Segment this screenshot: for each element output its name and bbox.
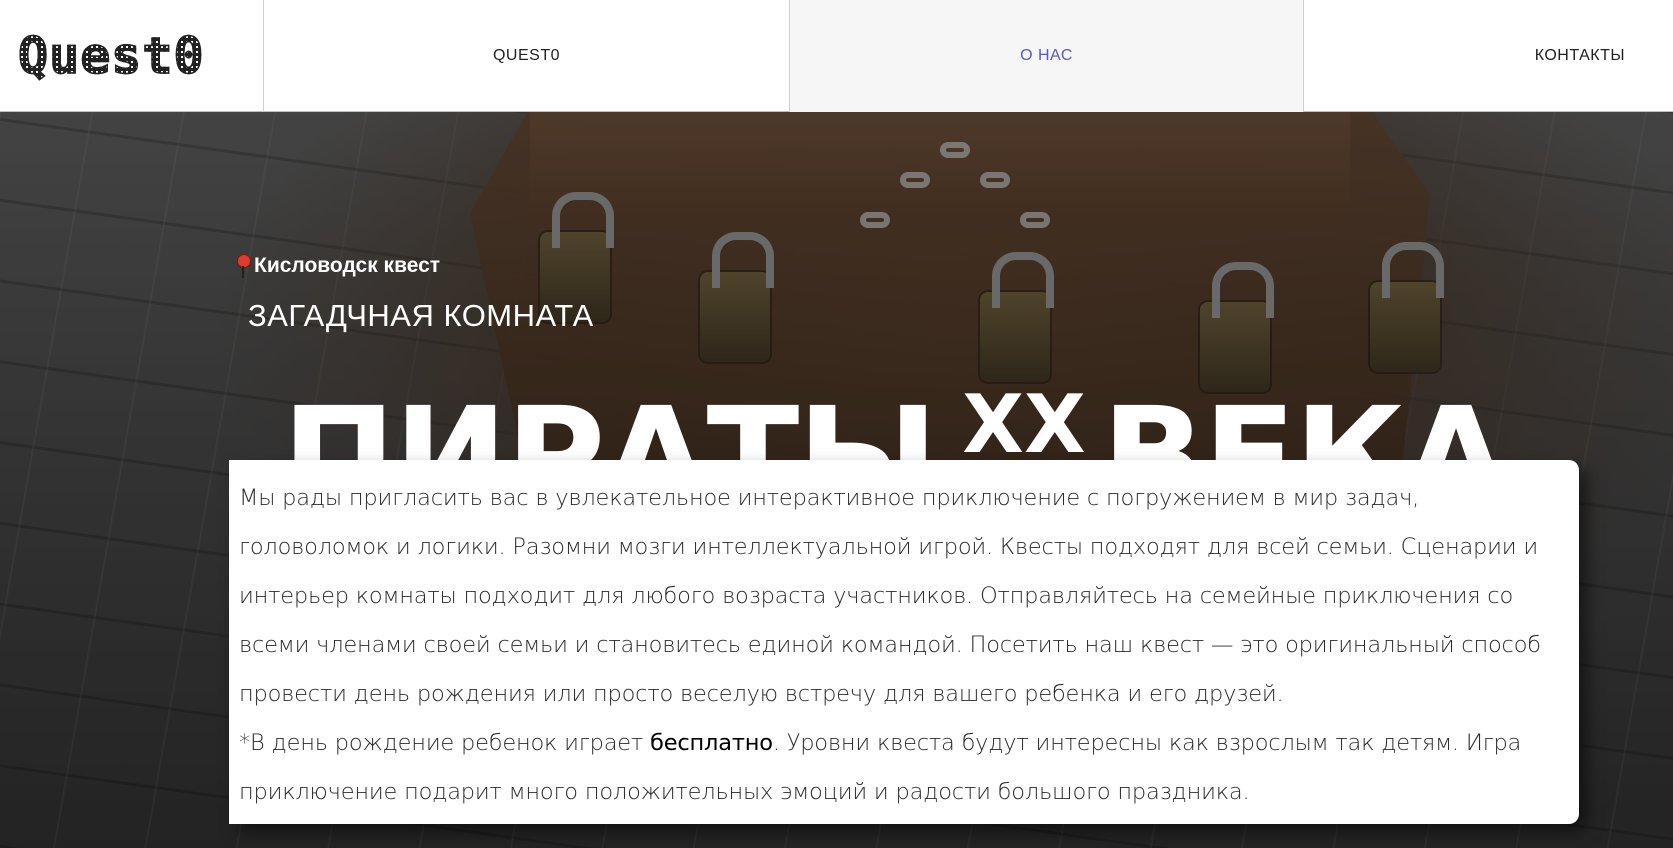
site-header: Quest0 QUEST0 О НАС КОНТАКТЫ [0,0,1673,112]
description-paragraph-1: Мы рады пригласить вас в увлекательное и… [239,485,1541,707]
description-p2-before: *В день рождение ребенок играет [239,730,651,756]
site-logo[interactable]: Quest0 [17,30,205,82]
logo-cell[interactable]: Quest0 [0,0,264,112]
description-card: Мы рады пригласить вас в увлекательное и… [229,460,1579,824]
hero-title-part1: ПИРАТЫ [282,379,938,460]
nav-item-quest0[interactable]: QUEST0 [264,0,790,112]
hero-title: ПИРАТЫ XX ВЕКА [282,350,1507,460]
nav-item-contacts[interactable]: КОНТАКТЫ [1304,0,1673,112]
hero-subtitle: ЗАГАДЧНАЯ КОМНАТА [248,298,594,333]
hero-title-part2: ВЕКА [1101,379,1507,460]
map-pin-icon [236,254,251,278]
hero-title-sup: XX [962,378,1086,460]
description-paragraph-2: *В день рождение ребенок играет бесплатн… [239,719,1569,817]
description-p2-bold: бесплатно [650,730,773,756]
location-text: Кисловодск квест [254,254,441,277]
nav-item-about[interactable]: О НАС [790,0,1304,112]
location-label: Кисловодск квест [236,254,440,278]
